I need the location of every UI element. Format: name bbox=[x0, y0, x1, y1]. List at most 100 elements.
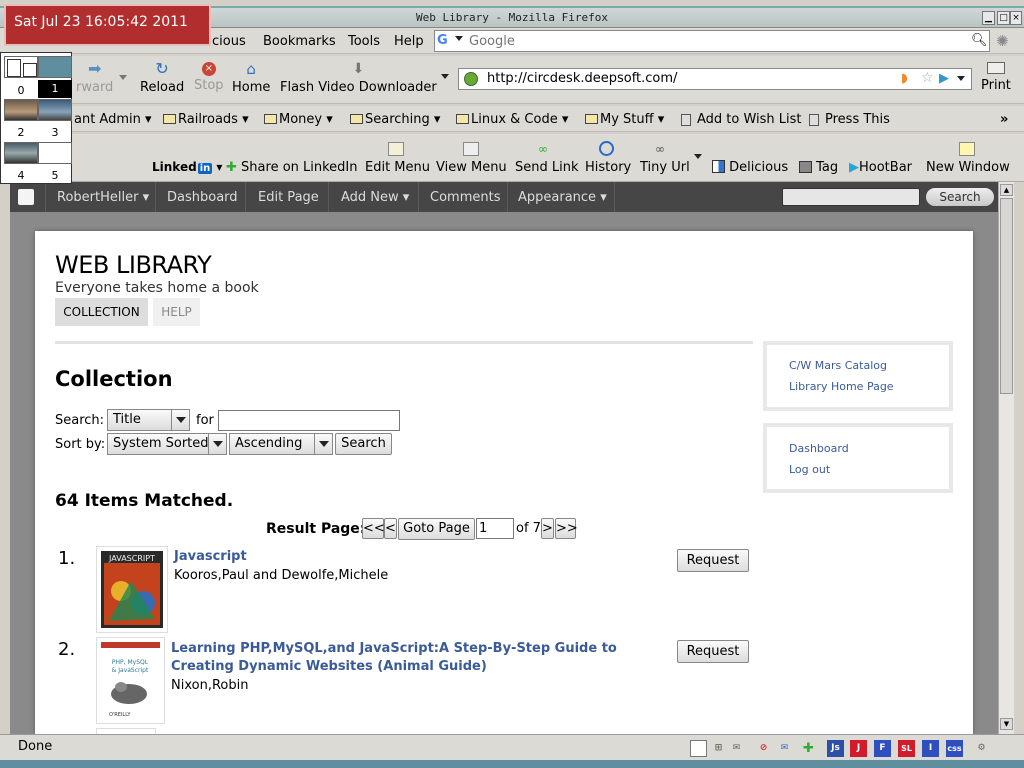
status-sl-icon[interactable]: SL bbox=[898, 740, 915, 757]
scroll-up-icon[interactable]: ▲ bbox=[1000, 184, 1013, 196]
sort-field-select[interactable]: System Sorted bbox=[107, 433, 227, 455]
share-on-linkedin-button[interactable]: ✚ Share on LinkedIn bbox=[226, 160, 358, 175]
status-j-icon[interactable]: J bbox=[850, 740, 867, 757]
status-i-icon[interactable]: I bbox=[922, 740, 939, 757]
home-button[interactable]: ⌂ Home bbox=[232, 62, 270, 96]
bookmark-star-icon[interactable]: ☆ bbox=[921, 70, 934, 86]
workspace-1[interactable] bbox=[38, 56, 72, 78]
workspace-2[interactable] bbox=[4, 99, 38, 121]
workspace-0[interactable] bbox=[4, 56, 38, 78]
wordpress-logo-icon[interactable] bbox=[18, 189, 34, 205]
google-icon[interactable]: G bbox=[437, 33, 453, 49]
last-page-button[interactable]: >> bbox=[555, 518, 578, 539]
status-delicious-icon[interactable] bbox=[690, 740, 707, 757]
reload-button[interactable]: ↻ Reload bbox=[140, 61, 184, 96]
vertical-scrollbar[interactable]: ▲ ▼ bbox=[998, 182, 1014, 734]
bookmark-folder-linux-code[interactable]: Linux & Code ▾ bbox=[456, 112, 568, 127]
book-cover-javascript[interactable]: JAVASCRIPT bbox=[96, 546, 168, 633]
book-cover-learning-php[interactable]: PHP, MySQL & JavaScript O'REILLY bbox=[96, 637, 165, 724]
search-box[interactable]: G 🔍︎ bbox=[434, 30, 990, 52]
status-puzzle-icon[interactable]: ✚ bbox=[800, 740, 817, 757]
sidebar-link-log-out[interactable]: Log out bbox=[789, 463, 830, 476]
status-envelope-icon[interactable]: ✉ bbox=[776, 740, 793, 757]
url-text[interactable]: http://circdesk.deepsoft.com/ bbox=[487, 71, 677, 86]
page-number-input[interactable] bbox=[476, 518, 514, 539]
bookmark-folder-money[interactable]: Money ▾ bbox=[264, 112, 333, 127]
status-block-icon[interactable]: ⊘ bbox=[755, 740, 772, 757]
send-link-button[interactable]: Send Link bbox=[515, 160, 579, 175]
tiny-url-button[interactable]: Tiny Url bbox=[640, 160, 690, 175]
edit-menu-button[interactable]: Edit Menu bbox=[365, 160, 430, 175]
item-title-link[interactable]: Learning PHP,MySQL,and JavaScript:A Step… bbox=[171, 640, 641, 676]
search-term-input[interactable] bbox=[218, 410, 400, 431]
new-window-button[interactable]: New Window bbox=[926, 160, 1010, 175]
minimize-button[interactable]: ▁ bbox=[982, 11, 995, 25]
admin-bar-user-menu[interactable]: RobertHeller ▾ bbox=[57, 190, 149, 205]
workspace-4[interactable] bbox=[4, 142, 38, 164]
admin-bar-search-input[interactable] bbox=[782, 188, 920, 206]
sidebar-link-cw-mars-catalog[interactable]: C/W Mars Catalog bbox=[789, 359, 887, 372]
admin-bar-dashboard[interactable]: Dashboard bbox=[167, 190, 238, 205]
flash-dropdown-icon[interactable] bbox=[441, 74, 449, 83]
bookmark-folder-railroads[interactable]: Railroads ▾ bbox=[163, 112, 249, 127]
tiny-url-dropdown-icon[interactable] bbox=[694, 154, 702, 163]
status-f-icon[interactable]: F bbox=[874, 740, 891, 757]
workspace-5[interactable] bbox=[38, 142, 72, 164]
sort-order-select[interactable]: Ascending bbox=[229, 433, 333, 455]
forward-button[interactable]: ➡ rward bbox=[76, 61, 113, 96]
admin-bar-comments[interactable]: Comments bbox=[430, 190, 500, 205]
tag-button[interactable]: Tag bbox=[799, 160, 838, 175]
site-title[interactable]: WEB LIBRARY bbox=[55, 251, 212, 279]
twitter-bird-icon[interactable]: ▶ bbox=[939, 71, 949, 86]
status-grid-icon[interactable]: ⊞ bbox=[710, 740, 727, 757]
previous-page-button[interactable]: < bbox=[384, 518, 397, 539]
stop-button[interactable]: × Stop bbox=[194, 62, 224, 93]
url-bar[interactable]: http://circdesk.deepsoft.com/ ◗ ☆ ▶ bbox=[458, 68, 972, 90]
sidebar-link-library-home[interactable]: Library Home Page bbox=[789, 380, 894, 393]
bookmark-folder-my-stuff[interactable]: My Stuff ▾ bbox=[585, 112, 664, 127]
goto-page-button[interactable]: Goto Page bbox=[398, 518, 475, 540]
sidebar-link-dashboard[interactable]: Dashboard bbox=[789, 442, 849, 455]
forward-history-dropdown-icon[interactable] bbox=[119, 75, 127, 84]
linkedin-button[interactable]: Linked in ▾ bbox=[152, 160, 222, 174]
bookmarks-overflow-chevron[interactable]: » bbox=[1000, 112, 1008, 127]
menu-help[interactable]: Help bbox=[394, 34, 424, 49]
menu-tools[interactable]: Tools bbox=[348, 34, 380, 49]
menu-delicious[interactable]: cious bbox=[212, 34, 246, 49]
admin-bar-add-new[interactable]: Add New ▾ bbox=[341, 190, 409, 205]
view-menu-button[interactable]: View Menu bbox=[436, 160, 507, 175]
bookmark-add-to-wish-list[interactable]: Add to Wish List bbox=[681, 112, 802, 127]
first-page-button[interactable]: << bbox=[362, 518, 385, 539]
admin-bar-search-button[interactable]: Search bbox=[926, 188, 994, 206]
menu-bookmarks[interactable]: Bookmarks bbox=[263, 34, 336, 49]
history-button[interactable]: History bbox=[585, 160, 631, 175]
scroll-down-icon[interactable]: ▼ bbox=[1000, 718, 1013, 730]
tab-help[interactable]: HELP bbox=[153, 298, 200, 326]
print-button[interactable]: Print bbox=[981, 62, 1011, 93]
magnifier-icon[interactable]: 🔍︎ bbox=[971, 33, 988, 48]
scrollbar-thumb[interactable] bbox=[1000, 198, 1013, 394]
request-button[interactable]: Request bbox=[677, 549, 749, 572]
delicious-button[interactable]: Delicious bbox=[712, 160, 788, 175]
status-js-icon[interactable]: Js bbox=[827, 740, 844, 757]
flash-video-downloader-button[interactable]: ⬇ Flash Video Downloader bbox=[280, 62, 437, 95]
url-history-dropdown-icon[interactable] bbox=[957, 76, 965, 85]
status-mail-icon[interactable]: ✉ bbox=[728, 740, 745, 757]
tab-collection[interactable]: COLLECTION bbox=[55, 298, 148, 326]
request-button[interactable]: Request bbox=[677, 640, 749, 663]
engine-dropdown-icon[interactable] bbox=[455, 36, 463, 45]
status-tools-icon[interactable]: ⚙ bbox=[973, 740, 990, 757]
admin-bar-appearance[interactable]: Appearance ▾ bbox=[518, 190, 607, 205]
bookmark-folder-admin[interactable]: ant Admin ▾ bbox=[74, 112, 152, 127]
bookmark-press-this[interactable]: Press This bbox=[809, 112, 890, 127]
bookmark-folder-searching[interactable]: Searching ▾ bbox=[350, 112, 440, 127]
rss-feed-icon[interactable]: ◗ bbox=[901, 71, 908, 86]
admin-bar-edit-page[interactable]: Edit Page bbox=[258, 190, 319, 205]
hootbar-button[interactable]: ▶HootBar bbox=[849, 160, 912, 175]
search-input[interactable] bbox=[469, 32, 969, 50]
workspace-3[interactable] bbox=[38, 99, 72, 121]
next-page-button[interactable]: > bbox=[541, 518, 554, 539]
close-button[interactable]: × bbox=[1010, 11, 1022, 25]
item-title-link[interactable]: Javascript bbox=[174, 549, 247, 564]
status-css-icon[interactable]: css bbox=[946, 740, 963, 757]
